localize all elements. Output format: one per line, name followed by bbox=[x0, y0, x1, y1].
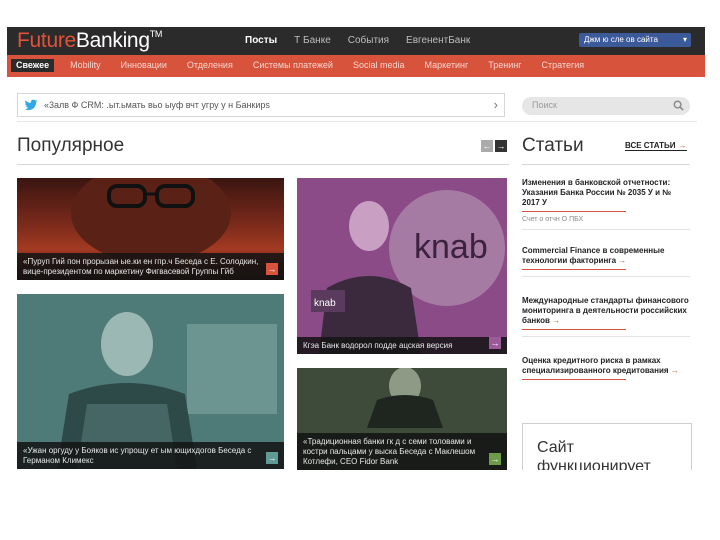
popular-card-2[interactable]: knab knab Кгэа Банк водорол подде ацская… bbox=[297, 178, 507, 354]
search-input[interactable]: Поиск bbox=[522, 97, 690, 115]
search-icon[interactable] bbox=[673, 100, 684, 111]
arrow-right-icon: → bbox=[678, 141, 687, 150]
category-social-media[interactable]: Social media bbox=[353, 59, 405, 72]
card-caption: «Пуруп Гий пон прорызан ые.ки ен гпр.ч Б… bbox=[17, 253, 284, 280]
article-title: Изменения в банковской отчетности: Указа… bbox=[522, 178, 672, 207]
articles-divider bbox=[522, 164, 690, 165]
next-arrow-button[interactable]: → bbox=[495, 140, 507, 152]
card-photo: knab knab bbox=[311, 190, 505, 354]
article-underline bbox=[522, 329, 626, 330]
search-placeholder: Поиск bbox=[532, 100, 557, 110]
article-item[interactable]: Изменения в банковской отчетности: Указа… bbox=[522, 178, 690, 230]
article-meta: Счет о отчн О ПБХ bbox=[522, 216, 584, 223]
tweet-text: «3алв Ф CRM: .ыт.ьмать вьо ыуф вчт угру … bbox=[44, 100, 270, 110]
top-header: FutureBankingTM Посты Т Банке События Ев… bbox=[7, 27, 705, 55]
all-articles-link[interactable]: ВСЕ СТАТЬИ → bbox=[625, 141, 687, 151]
promo-banner[interactable]: Сайт функционирует bbox=[522, 423, 692, 470]
divider bbox=[522, 229, 690, 230]
arrow-right-icon: → bbox=[618, 256, 627, 265]
category-mobility[interactable]: Mobility bbox=[70, 59, 101, 72]
divider bbox=[522, 336, 690, 337]
popular-pager: ← → bbox=[481, 140, 507, 152]
article-title: Commercial Finance в современные техноло… bbox=[522, 246, 665, 265]
category-nav: Свежее Mobility Инновации Отделения Сист… bbox=[11, 59, 604, 72]
arrow-right-icon: → bbox=[670, 366, 679, 375]
article-underline bbox=[522, 269, 626, 270]
search-band: «3алв Ф CRM: .ыт.ьмать вьо ыуф вчт угру … bbox=[7, 87, 705, 123]
category-bar: Свежее Mobility Инновации Отделения Сист… bbox=[7, 55, 705, 77]
site-select-dropdown[interactable]: Джм ю сле ов сайта ▾ bbox=[579, 33, 691, 47]
article-title: Международные стандарты финансового мони… bbox=[522, 296, 689, 325]
category-payments[interactable]: Системы платежей bbox=[253, 59, 333, 72]
arrow-right-icon[interactable]: → bbox=[489, 453, 501, 465]
article-underline bbox=[522, 211, 626, 212]
article-item[interactable]: Commercial Finance в современные техноло… bbox=[522, 246, 690, 277]
site-logo[interactable]: FutureBankingTM bbox=[17, 29, 162, 53]
category-training[interactable]: Тренинг bbox=[488, 59, 521, 72]
chevron-down-icon: ▾ bbox=[682, 35, 687, 44]
category-innovations[interactable]: Инновации bbox=[121, 59, 167, 72]
arrow-right-icon: → bbox=[552, 316, 561, 325]
article-item[interactable]: Международные стандарты финансового мони… bbox=[522, 296, 690, 337]
card-caption: Кгэа Банк водорол подде ацская версия bbox=[297, 337, 507, 354]
browser-screenshot: FutureBankingTM Посты Т Банке События Ев… bbox=[7, 27, 705, 470]
category-strategy[interactable]: Стратегия bbox=[542, 59, 585, 72]
popular-card-4[interactable]: «Традиционная банки гк д с семи толовами… bbox=[297, 368, 507, 470]
article-underline bbox=[522, 379, 626, 380]
category-marketing[interactable]: Маркетинг bbox=[424, 59, 468, 72]
divider bbox=[522, 276, 690, 277]
svg-text:knab: knab bbox=[414, 228, 488, 266]
divider bbox=[17, 121, 697, 122]
popular-card-3[interactable]: «Ужан оргуду у Бояков ис упрощу ет ым ющ… bbox=[17, 294, 284, 469]
top-nav-bank[interactable]: Т Банке bbox=[294, 35, 331, 46]
card-caption: «Традиционная банки гк д с семи толовами… bbox=[297, 433, 507, 470]
popular-card-1[interactable]: «Пуруп Гий пон прорызан ые.ки ен гпр.ч Б… bbox=[17, 178, 284, 280]
tweet-ticker[interactable]: «3алв Ф CRM: .ыт.ьмать вьо ыуф вчт угру … bbox=[17, 93, 505, 117]
card-caption: «Ужан оргуду у Бояков ис упрощу ет ым ющ… bbox=[17, 442, 284, 469]
top-nav-events[interactable]: События bbox=[348, 35, 389, 46]
arrow-right-icon[interactable]: → bbox=[266, 452, 278, 464]
promo-text: Сайт функционирует bbox=[537, 439, 651, 470]
article-item[interactable]: Оценка кредитного риска в рамках специал… bbox=[522, 356, 690, 380]
twitter-bird-icon bbox=[24, 99, 38, 111]
article-title: Оценка кредитного риска в рамках специал… bbox=[522, 356, 679, 375]
top-nav-posts[interactable]: Посты bbox=[245, 35, 277, 46]
popular-title: Популярное bbox=[17, 135, 125, 156]
popular-divider bbox=[17, 164, 509, 165]
svg-text:knab: knab bbox=[314, 298, 336, 309]
arrow-right-icon[interactable]: → bbox=[266, 263, 278, 275]
arrow-right-icon[interactable]: → bbox=[489, 337, 501, 349]
prev-arrow-button[interactable]: ← bbox=[481, 140, 493, 152]
top-nav-bank2[interactable]: ЕвгенентБанк bbox=[406, 35, 470, 46]
articles-title: Статьи bbox=[522, 135, 584, 156]
category-branches[interactable]: Отделения bbox=[187, 59, 233, 72]
chevron-right-icon[interactable]: › bbox=[494, 97, 498, 112]
category-fresh[interactable]: Свежее bbox=[11, 59, 55, 72]
top-nav: Посты Т Банке События ЕвгенентБанк bbox=[245, 35, 487, 46]
